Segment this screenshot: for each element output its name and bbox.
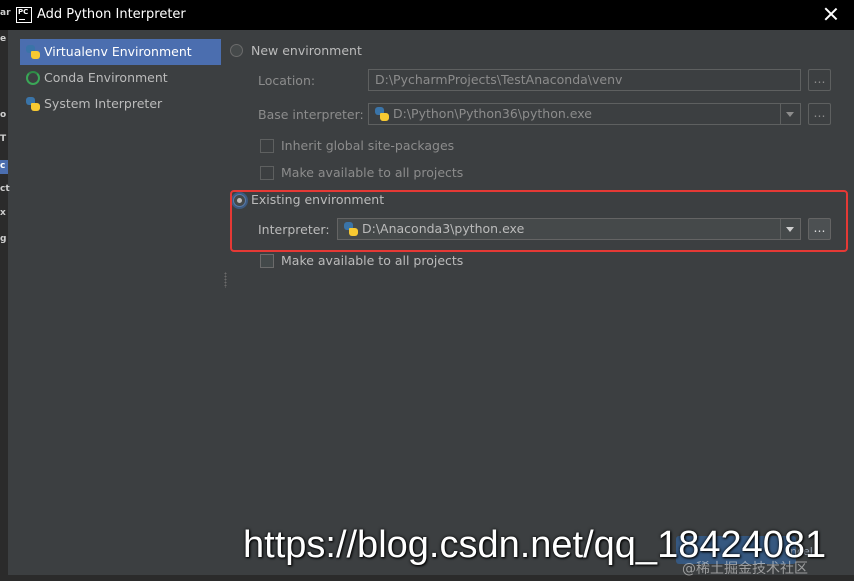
bg-fragment: T	[0, 134, 7, 144]
sidebar-item-virtualenv[interactable]: Virtualenv Environment	[20, 39, 221, 65]
existing-environment-radio[interactable]	[233, 194, 246, 207]
base-interpreter-dropdown[interactable]: D:\Python\Python36\python.exe	[368, 103, 801, 125]
sidebar-item-conda[interactable]: Conda Environment	[20, 65, 221, 91]
location-browse-button[interactable]: ...	[808, 69, 831, 91]
location-label: Location:	[258, 73, 316, 88]
close-icon[interactable]	[822, 5, 840, 23]
chevron-down-icon[interactable]	[780, 219, 800, 239]
title-bar: PC Add Python Interpreter	[0, 0, 854, 30]
bg-fragment: c	[0, 161, 6, 171]
sidebar-item-system-interpreter[interactable]: System Interpreter	[20, 91, 221, 117]
interpreter-browse-button[interactable]: ...	[808, 218, 831, 240]
window-title: Add Python Interpreter	[37, 7, 186, 22]
sidebar-item-label: Virtualenv Environment	[44, 44, 192, 59]
pycharm-logo-icon: PC	[16, 7, 32, 23]
bg-fragment: g	[0, 234, 7, 244]
background-ide-strip: ar e o T c ct x g	[0, 8, 11, 581]
python-icon	[344, 222, 358, 236]
bg-fragment: e	[0, 34, 7, 44]
bg-fragment: x	[0, 208, 6, 218]
new-env-make-available-checkbox[interactable]	[260, 166, 274, 180]
chevron-down-icon[interactable]	[780, 104, 800, 124]
new-environment-label: New environment	[251, 43, 362, 58]
base-interpreter-label: Base interpreter:	[258, 107, 364, 122]
interpreter-label: Interpreter:	[258, 222, 330, 237]
watermark-sub: @稀土掘金技术社区	[682, 561, 808, 577]
python-icon	[26, 97, 40, 111]
splitter-handle[interactable]	[224, 272, 227, 288]
existing-environment-label: Existing environment	[251, 192, 385, 207]
interpreter-dropdown[interactable]: D:\Anaconda3\python.exe	[337, 218, 801, 240]
base-interpreter-value: D:\Python\Python36\python.exe	[393, 106, 592, 121]
inherit-site-packages-label: Inherit global site-packages	[281, 138, 455, 153]
sidebar-item-label: Conda Environment	[44, 70, 168, 85]
sidebar-item-label: System Interpreter	[44, 96, 163, 111]
inherit-site-packages-checkbox[interactable]	[260, 139, 274, 153]
python-icon	[375, 107, 389, 121]
bg-fragment: o	[0, 110, 7, 120]
existing-env-make-available-label: Make available to all projects	[281, 253, 464, 268]
location-field[interactable]: D:\PycharmProjects\TestAnaconda\venv	[368, 69, 801, 91]
interpreter-value: D:\Anaconda3\python.exe	[362, 221, 525, 236]
python-icon	[26, 45, 40, 59]
location-value: D:\PycharmProjects\TestAnaconda\venv	[375, 72, 623, 87]
environment-type-list: Virtualenv Environment Conda Environment…	[8, 30, 224, 581]
existing-env-make-available-checkbox[interactable]	[260, 254, 274, 268]
bg-fragment: ar	[0, 8, 11, 18]
base-interpreter-browse-button[interactable]: ...	[808, 103, 831, 125]
new-env-make-available-label: Make available to all projects	[281, 165, 464, 180]
new-environment-radio[interactable]	[230, 44, 243, 57]
conda-icon	[26, 71, 40, 85]
